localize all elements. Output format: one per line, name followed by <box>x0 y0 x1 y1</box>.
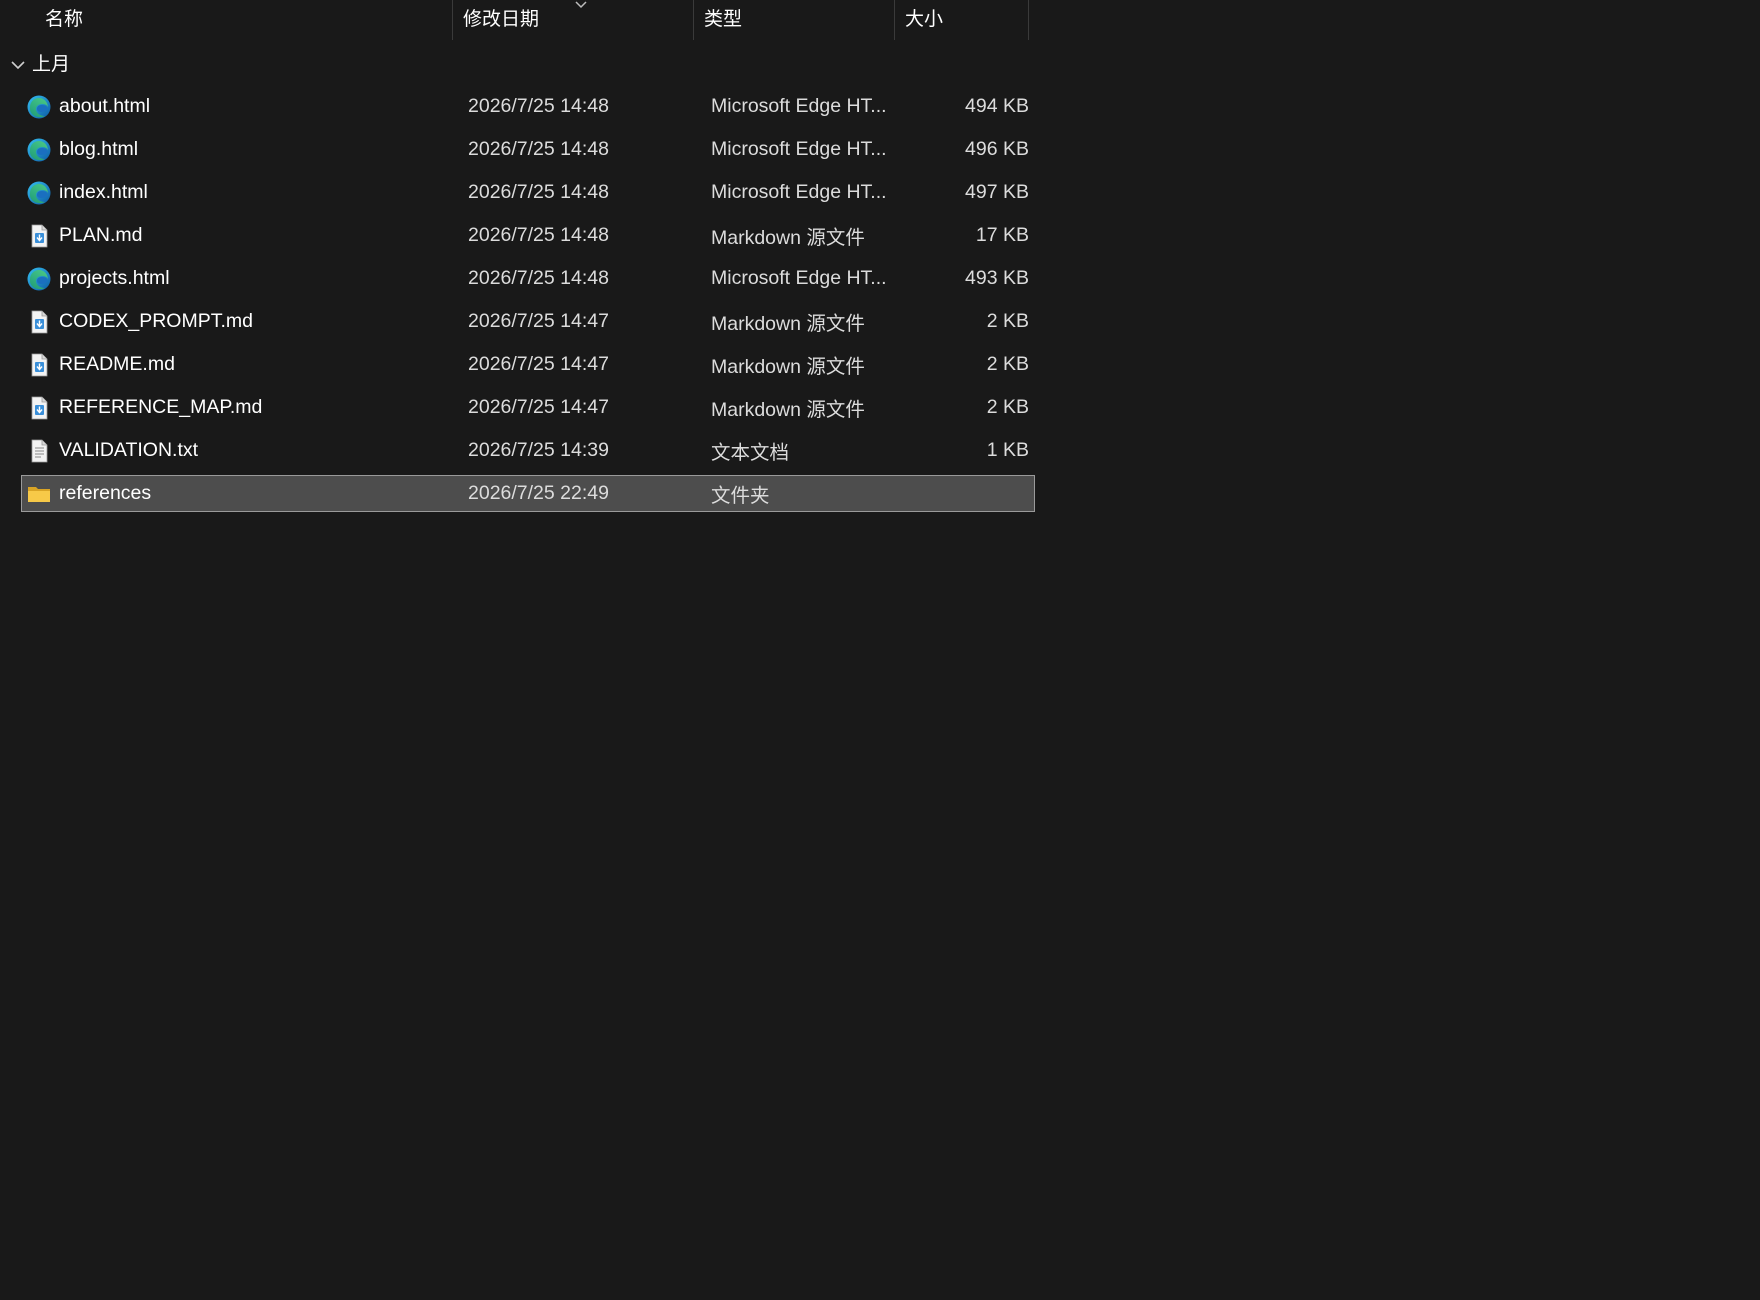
size-cell: 2 KB <box>986 396 1029 418</box>
file-name: projects.html <box>59 267 170 289</box>
markdown-file-icon <box>26 395 52 421</box>
size-cell: 2 KB <box>986 353 1029 375</box>
markdown-file-icon <box>26 352 52 378</box>
modified-cell: 2026/7/25 14:48 <box>468 181 609 203</box>
folder-icon <box>26 481 52 507</box>
size-cell: 493 KB <box>965 267 1029 289</box>
file-row-validation-txt[interactable]: VALIDATION.txt 2026/7/25 14:39 文本文档 1 KB <box>21 429 1035 472</box>
type-cell: Markdown 源文件 <box>711 356 865 378</box>
type-cell: Markdown 源文件 <box>711 313 865 335</box>
column-header-type-label: 类型 <box>704 9 743 30</box>
type-cell: Microsoft Edge HT... <box>711 181 887 203</box>
file-row-blog-html[interactable]: blog.html 2026/7/25 14:48 Microsoft Edge… <box>21 128 1035 171</box>
edge-icon <box>26 137 52 163</box>
group-label: 上月 <box>32 54 71 75</box>
column-header-size-label: 大小 <box>905 9 944 30</box>
file-row-readme-md[interactable]: README.md 2026/7/25 14:47 Markdown 源文件 2… <box>21 343 1035 386</box>
file-row-about-html[interactable]: about.html 2026/7/25 14:48 Microsoft Edg… <box>21 85 1035 128</box>
type-cell: Markdown 源文件 <box>711 227 865 249</box>
name-cell: references <box>26 476 466 511</box>
modified-cell: 2026/7/25 14:48 <box>468 95 609 117</box>
modified-cell: 2026/7/25 14:39 <box>468 439 609 461</box>
sort-descending-icon <box>575 1 587 9</box>
size-cell <box>902 476 1029 511</box>
file-name: references <box>59 482 152 504</box>
text-file-icon <box>26 438 52 464</box>
file-row-plan-md[interactable]: PLAN.md 2026/7/25 14:48 Markdown 源文件 17 … <box>21 214 1035 257</box>
file-name: index.html <box>59 181 148 203</box>
column-header-size[interactable]: 大小 <box>895 0 1028 40</box>
size-cell: 494 KB <box>965 95 1029 117</box>
modified-cell: 2026/7/25 14:48 <box>468 224 609 246</box>
column-header-type[interactable]: 类型 <box>694 0 894 40</box>
type-cell: Markdown 源文件 <box>711 399 865 421</box>
size-cell: 17 KB <box>975 224 1029 246</box>
name-cell: blog.html <box>26 129 466 170</box>
markdown-file-icon <box>26 309 52 335</box>
name-cell: index.html <box>26 172 466 213</box>
name-cell: README.md <box>26 344 466 385</box>
file-row-index-html[interactable]: index.html 2026/7/25 14:48 Microsoft Edg… <box>21 171 1035 214</box>
edge-icon <box>26 266 52 292</box>
file-row-codex-prompt-md[interactable]: CODEX_PROMPT.md 2026/7/25 14:47 Markdown… <box>21 300 1035 343</box>
size-cell: 1 KB <box>986 439 1029 461</box>
column-header: 名称 修改日期 类型 大小 <box>0 0 1040 40</box>
modified-cell: 2026/7/25 22:49 <box>468 482 609 504</box>
file-explorer-details-view: 名称 修改日期 类型 大小 上月 about.html 2026/7/25 14… <box>0 0 1760 1300</box>
edge-icon <box>26 180 52 206</box>
name-cell: VALIDATION.txt <box>26 430 466 471</box>
edge-icon <box>26 94 52 120</box>
file-name: VALIDATION.txt <box>59 439 199 461</box>
column-header-modified-label: 修改日期 <box>463 9 540 30</box>
modified-cell: 2026/7/25 14:48 <box>468 138 609 160</box>
name-cell: PLAN.md <box>26 215 466 256</box>
group-header-last-month[interactable]: 上月 <box>0 44 400 86</box>
size-cell: 2 KB <box>986 310 1029 332</box>
name-cell: about.html <box>26 86 466 127</box>
type-cell: 文本文档 <box>711 442 790 464</box>
modified-cell: 2026/7/25 14:47 <box>468 396 609 418</box>
file-row-projects-html[interactable]: projects.html 2026/7/25 14:48 Microsoft … <box>21 257 1035 300</box>
type-cell: Microsoft Edge HT... <box>711 138 887 160</box>
column-header-name[interactable]: 名称 <box>35 0 450 40</box>
file-name: about.html <box>59 95 151 117</box>
chevron-down-icon[interactable] <box>10 59 26 71</box>
column-header-modified[interactable]: 修改日期 <box>453 0 693 40</box>
file-list: about.html 2026/7/25 14:48 Microsoft Edg… <box>21 85 1035 512</box>
modified-cell: 2026/7/25 14:47 <box>468 310 609 332</box>
file-name: CODEX_PROMPT.md <box>59 310 253 332</box>
column-divider[interactable] <box>1028 0 1029 40</box>
type-cell: Microsoft Edge HT... <box>711 95 887 117</box>
modified-cell: 2026/7/25 14:47 <box>468 353 609 375</box>
column-header-name-label: 名称 <box>45 9 84 30</box>
file-row-reference-map-md[interactable]: REFERENCE_MAP.md 2026/7/25 14:47 Markdow… <box>21 386 1035 429</box>
type-cell: Microsoft Edge HT... <box>711 267 887 289</box>
file-row-references[interactable]: references 2026/7/25 22:49 文件夹 <box>21 475 1035 512</box>
markdown-file-icon <box>26 223 52 249</box>
file-name: PLAN.md <box>59 224 143 246</box>
type-cell: 文件夹 <box>711 485 770 507</box>
file-name: README.md <box>59 353 175 375</box>
file-name: REFERENCE_MAP.md <box>59 396 263 418</box>
size-cell: 496 KB <box>965 138 1029 160</box>
name-cell: CODEX_PROMPT.md <box>26 301 466 342</box>
modified-cell: 2026/7/25 14:48 <box>468 267 609 289</box>
size-cell: 497 KB <box>965 181 1029 203</box>
name-cell: REFERENCE_MAP.md <box>26 387 466 428</box>
file-name: blog.html <box>59 138 139 160</box>
name-cell: projects.html <box>26 258 466 299</box>
